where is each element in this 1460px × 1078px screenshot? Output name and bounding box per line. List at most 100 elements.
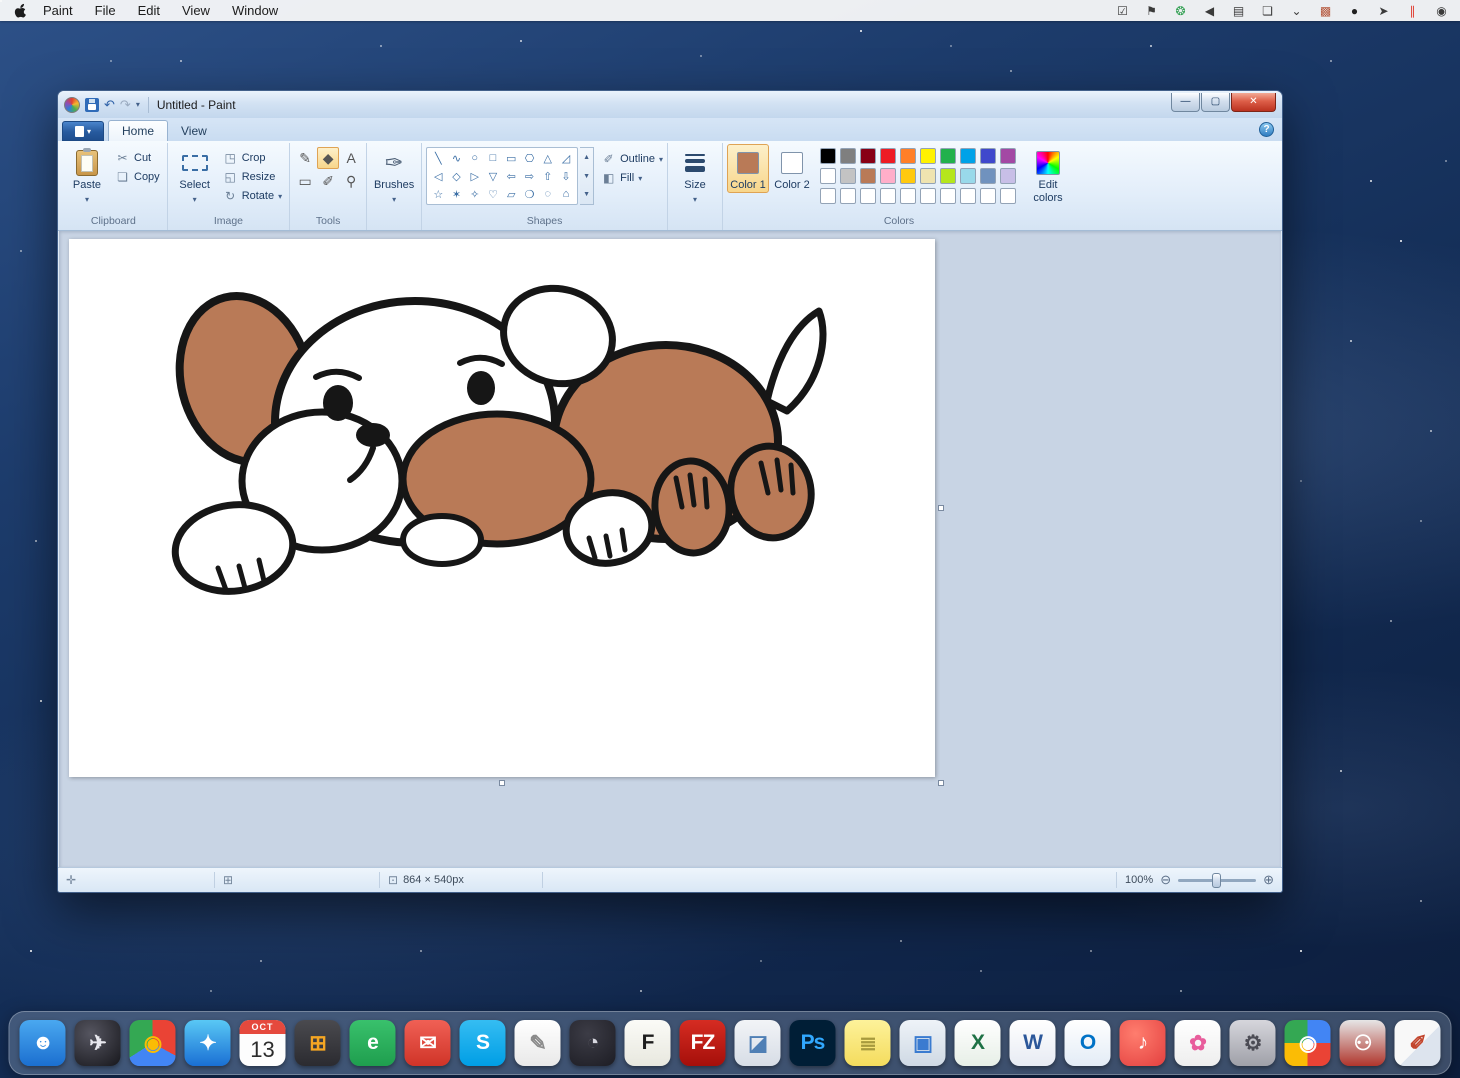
text-tool[interactable]: A xyxy=(340,147,362,169)
black-orb-icon[interactable]: ● xyxy=(1348,4,1361,18)
paste-button[interactable]: Paste xyxy=(64,144,110,206)
shape-glyph[interactable]: ◁ xyxy=(429,167,447,185)
shape-glyph[interactable]: ⇩ xyxy=(557,167,575,185)
shape-glyph[interactable]: ∿ xyxy=(447,149,465,167)
palette-swatch[interactable] xyxy=(860,188,876,204)
gauge-icon[interactable]: ◔ xyxy=(570,1020,616,1066)
shape-glyph[interactable]: ▷ xyxy=(466,167,484,185)
cut-button[interactable]: ✂ Cut xyxy=(112,148,163,167)
shape-glyph[interactable]: ⌂ xyxy=(557,185,575,203)
edit-colors-button[interactable]: Edit colors xyxy=(1025,144,1071,205)
copy-button[interactable]: ❏ Copy xyxy=(112,167,163,186)
palette-swatch[interactable] xyxy=(900,148,916,164)
magnifier-tool[interactable]: ⚲ xyxy=(340,170,362,192)
palette-swatch[interactable] xyxy=(880,188,896,204)
textedit-icon[interactable]: ✎ xyxy=(515,1020,561,1066)
stickies-icon[interactable]: ≣ xyxy=(845,1020,891,1066)
palette-swatch[interactable] xyxy=(960,148,976,164)
color2-button[interactable]: Color 2 xyxy=(771,144,813,193)
canvas-resize-handle-corner[interactable] xyxy=(938,780,944,786)
menu-item[interactable]: View xyxy=(182,3,210,18)
canvas-resize-handle-bottom[interactable] xyxy=(499,780,505,786)
save-button[interactable] xyxy=(85,98,99,112)
flag-icon[interactable]: ⚑ xyxy=(1145,4,1158,18)
palette-swatch[interactable] xyxy=(820,188,836,204)
shape-glyph[interactable]: ▽ xyxy=(484,167,502,185)
canvas-resize-handle-right[interactable] xyxy=(938,505,944,511)
shape-glyph[interactable]: ✧ xyxy=(466,185,484,203)
green-orb-icon[interactable]: ❂ xyxy=(1174,4,1187,18)
palette-swatch[interactable] xyxy=(980,148,996,164)
palette-swatch[interactable] xyxy=(880,168,896,184)
shape-glyph[interactable]: ⎔ xyxy=(520,149,538,167)
palette-swatch[interactable] xyxy=(920,148,936,164)
palette-swatch[interactable] xyxy=(1000,148,1016,164)
close-button[interactable]: ✕ xyxy=(1231,93,1276,112)
shape-glyph[interactable]: ✶ xyxy=(447,185,465,203)
parallels-icon[interactable]: ∥ xyxy=(1406,4,1419,18)
calculator-icon[interactable]: ⊞ xyxy=(295,1020,341,1066)
robot-app-icon[interactable]: ⚇ xyxy=(1340,1020,1386,1066)
palette-swatch[interactable] xyxy=(840,148,856,164)
airmail-icon[interactable]: ✉ xyxy=(405,1020,451,1066)
finder-icon[interactable]: ☻ xyxy=(20,1020,66,1066)
rotate-button[interactable]: ↻ Rotate xyxy=(220,186,285,205)
menu-item[interactable]: Paint xyxy=(43,3,73,18)
outlook-icon[interactable]: O xyxy=(1065,1020,1111,1066)
menu-item[interactable]: Window xyxy=(232,3,278,18)
zoom-slider-thumb[interactable] xyxy=(1212,873,1221,888)
palette-swatch[interactable] xyxy=(900,168,916,184)
palette-swatch[interactable] xyxy=(940,188,956,204)
maximize-button[interactable]: ▢ xyxy=(1201,93,1230,112)
titlebar[interactable]: ↶ ↷ Untitled - Paint — ▢ ✕ xyxy=(58,91,1282,118)
palette-swatch[interactable] xyxy=(880,148,896,164)
photos-icon[interactable]: ✿ xyxy=(1175,1020,1221,1066)
fill-tool[interactable]: ◆ xyxy=(317,147,339,169)
size-button[interactable]: Size xyxy=(672,144,718,206)
crop-button[interactable]: ◳ Crop xyxy=(220,148,285,167)
color1-button[interactable]: Color 1 xyxy=(727,144,769,193)
palette-swatch[interactable] xyxy=(820,168,836,184)
brushes-button[interactable]: ✑ Brushes xyxy=(371,144,417,206)
excel-icon[interactable]: X xyxy=(955,1020,1001,1066)
undo-button[interactable]: ↶ xyxy=(104,98,115,111)
zoom-in-button[interactable]: ⊕ xyxy=(1263,872,1274,888)
palette-swatch[interactable] xyxy=(860,168,876,184)
palette-swatch[interactable] xyxy=(920,168,936,184)
palette-swatch[interactable] xyxy=(980,168,996,184)
select-button[interactable]: Select xyxy=(172,144,218,206)
google-app-icon[interactable]: ◉ xyxy=(1285,1020,1331,1066)
help-button[interactable]: ? xyxy=(1259,122,1274,137)
calendar-icon[interactable]: OCT 13 xyxy=(240,1020,286,1066)
tab-home[interactable]: Home xyxy=(108,120,168,141)
remote-desktop-icon[interactable]: ▣ xyxy=(900,1020,946,1066)
spotlight-icon[interactable]: ◉ xyxy=(1435,4,1448,18)
sketch-pen-icon[interactable]: ✐ xyxy=(1395,1020,1441,1066)
shape-glyph[interactable]: ○ xyxy=(466,149,484,167)
preview-icon[interactable]: ◪ xyxy=(735,1020,781,1066)
palette-swatch[interactable] xyxy=(960,188,976,204)
shape-glyph[interactable]: □ xyxy=(484,149,502,167)
font-app-icon[interactable]: F xyxy=(625,1020,671,1066)
menu-item[interactable]: Edit xyxy=(138,3,160,18)
evernote-icon[interactable]: e xyxy=(350,1020,396,1066)
shape-glyph[interactable]: ♡ xyxy=(484,185,502,203)
eraser-tool[interactable]: ▭ xyxy=(294,170,316,192)
send-arrow-icon[interactable]: ➤ xyxy=(1377,4,1390,18)
palette-swatch[interactable] xyxy=(940,168,956,184)
shape-glyph[interactable]: ⇨ xyxy=(520,167,538,185)
keyboard-icon[interactable]: ▤ xyxy=(1232,4,1245,18)
photoshop-icon[interactable]: Ps xyxy=(790,1020,836,1066)
palette-swatch[interactable] xyxy=(840,188,856,204)
filezilla-icon[interactable]: FZ xyxy=(680,1020,726,1066)
shape-glyph[interactable]: ▱ xyxy=(502,185,520,203)
file-menu-button[interactable]: ▾ xyxy=(62,121,104,141)
palette-swatch[interactable] xyxy=(1000,188,1016,204)
menu-item[interactable]: File xyxy=(95,3,116,18)
qat-dropdown-icon[interactable] xyxy=(136,100,140,109)
shape-fill-button[interactable]: ◧ Fill xyxy=(601,171,663,185)
palette-swatch[interactable] xyxy=(960,168,976,184)
itunes-icon[interactable]: ♪ xyxy=(1120,1020,1166,1066)
color-picker-tool[interactable]: ✐ xyxy=(317,170,339,192)
shape-glyph[interactable]: △ xyxy=(539,149,557,167)
